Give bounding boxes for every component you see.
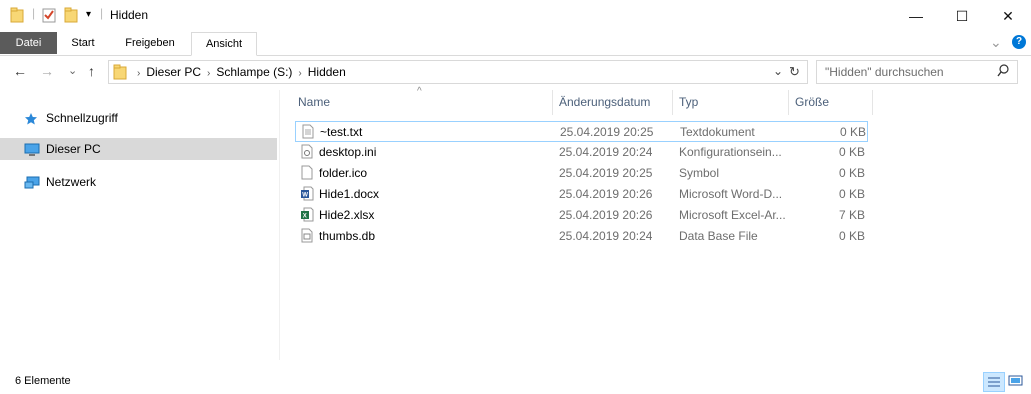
minimize-icon: — <box>909 8 923 24</box>
word-file-icon: W <box>301 186 314 204</box>
file-type: Konfigurationsein... <box>679 145 782 159</box>
close-button[interactable]: ✕ <box>985 0 1031 32</box>
breadcrumb-hidden[interactable]: Hidden <box>308 65 346 79</box>
new-folder-icon[interactable] <box>64 7 78 26</box>
sidebar-item-schnellzugriff[interactable]: Schnellzugriff <box>0 107 277 129</box>
tab-ansicht[interactable]: Ansicht <box>191 32 257 56</box>
text-file-icon <box>302 124 314 142</box>
maximize-button[interactable]: ☐ <box>939 0 985 32</box>
file-row[interactable]: ~test.txt 25.04.2019 20:25 Textdokument … <box>295 121 868 142</box>
excel-file-icon: X <box>301 207 314 225</box>
address-dropdown-icon[interactable]: ⌄ <box>773 64 783 78</box>
sidebar-item-netzwerk[interactable]: Netzwerk <box>0 171 277 193</box>
navigation-pane: Schnellzugriff Dieser PC Netzwerk <box>0 90 280 360</box>
maximize-icon: ☐ <box>955 7 969 24</box>
column-header-name[interactable]: Name <box>292 90 553 115</box>
minimize-button[interactable]: — <box>893 0 939 32</box>
customize-quick-access-icon[interactable]: ▾ <box>86 9 91 20</box>
up-button[interactable]: ↑ <box>88 63 95 79</box>
file-row[interactable]: X Hide2.xlsx 25.04.2019 20:26 Microsoft … <box>295 205 868 226</box>
file-name: folder.ico <box>319 166 368 180</box>
computer-icon <box>24 142 40 164</box>
sidebar-item-dieser-pc[interactable]: Dieser PC <box>0 138 277 160</box>
file-date: 25.04.2019 20:24 <box>559 145 653 159</box>
svg-text:X: X <box>303 214 307 220</box>
column-header-size[interactable]: Größe <box>789 90 873 115</box>
file-name: thumbs.db <box>319 229 376 243</box>
toolbar-divider: | <box>32 6 36 20</box>
forward-button[interactable]: → <box>40 63 54 79</box>
file-size: 7 KB <box>838 208 865 222</box>
navigation-bar: ← → ⌄ ↑ › Dieser PC › Schlampe (S:) › Hidden … <box>0 58 1031 86</box>
file-row[interactable]: W Hide1.docx 25.04.2019 20:26 Microsoft … <box>295 184 868 205</box>
file-row[interactable]: thumbs.db 25.04.2019 20:24 Data Base Fil… <box>295 226 868 247</box>
file-name: ~test.txt <box>320 125 363 139</box>
svg-text:W: W <box>302 193 308 199</box>
back-button[interactable]: ← <box>13 63 27 79</box>
file-date: 25.04.2019 20:24 <box>559 229 653 243</box>
breadcrumb: › Dieser PC › Schlampe (S:) › Hidden <box>131 65 346 79</box>
file-type: Data Base File <box>679 229 758 243</box>
folder-icon <box>10 7 24 26</box>
column-header-date[interactable]: Änderungsdatum <box>553 90 673 115</box>
window-title: Hidden <box>110 8 149 22</box>
file-date: 25.04.2019 20:25 <box>559 166 653 180</box>
search-icon[interactable] <box>997 64 1009 81</box>
details-view-button[interactable] <box>983 372 1005 392</box>
title-bar: | ▾ | Hidden — ☐ ✕ <box>0 0 1031 32</box>
file-row[interactable]: folder.ico 25.04.2019 20:25 Symbol 0 KB <box>295 163 868 184</box>
file-size: 0 KB <box>838 229 865 243</box>
properties-icon[interactable] <box>42 7 56 26</box>
file-size: 0 KB <box>838 166 865 180</box>
refresh-button[interactable]: ↻ <box>789 64 800 80</box>
recent-locations-button[interactable]: ⌄ <box>68 64 77 77</box>
file-date: 25.04.2019 20:26 <box>559 208 653 222</box>
blank-file-icon <box>301 165 313 183</box>
file-type: Symbol <box>679 166 720 180</box>
folder-icon <box>113 64 127 83</box>
sidebar-item-label: Schnellzugriff <box>46 111 118 125</box>
tab-datei[interactable]: Datei <box>0 32 57 54</box>
file-date: 25.04.2019 20:25 <box>560 125 654 139</box>
sidebar-item-label: Netzwerk <box>46 175 97 189</box>
large-icons-view-icon <box>1006 375 1026 393</box>
breadcrumb-dieser-pc[interactable]: Dieser PC <box>146 65 201 79</box>
ribbon-tabs: Datei Start Freigeben Ansicht ⌄ ? <box>0 32 1031 56</box>
network-icon <box>24 175 40 197</box>
large-icons-view-button[interactable] <box>1006 372 1026 390</box>
breadcrumb-chevron-icon[interactable]: › <box>298 68 301 79</box>
file-type: Microsoft Excel-Ar... <box>679 208 786 222</box>
star-icon <box>24 111 38 133</box>
file-type: Textdokument <box>680 125 755 139</box>
search-placeholder: "Hidden" durchsuchen <box>825 65 944 79</box>
title-divider: | <box>100 6 104 20</box>
help-icon[interactable]: ? <box>1012 35 1026 49</box>
sidebar-item-label: Dieser PC <box>46 142 101 156</box>
breadcrumb-chevron-icon[interactable]: › <box>207 68 210 79</box>
file-size: 0 KB <box>838 187 865 201</box>
settings-file-icon <box>301 144 313 162</box>
file-row[interactable]: desktop.ini 25.04.2019 20:24 Konfigurati… <box>295 142 868 163</box>
db-file-icon <box>301 228 313 246</box>
file-name: Hide2.xlsx <box>319 208 375 222</box>
file-size: 0 KB <box>839 125 866 139</box>
breadcrumb-chevron-icon[interactable]: › <box>137 68 140 79</box>
address-bar[interactable]: › Dieser PC › Schlampe (S:) › Hidden ⌄ ↻ <box>108 60 808 84</box>
tab-freigeben[interactable]: Freigeben <box>112 32 188 54</box>
collapse-ribbon-icon[interactable]: ⌄ <box>990 34 1002 51</box>
search-box[interactable]: "Hidden" durchsuchen <box>816 60 1018 84</box>
tab-start[interactable]: Start <box>60 32 106 54</box>
file-name: desktop.ini <box>319 145 377 159</box>
breadcrumb-drive[interactable]: Schlampe (S:) <box>216 65 292 79</box>
details-view-icon <box>984 377 1004 394</box>
file-name: Hide1.docx <box>319 187 380 201</box>
file-size: 0 KB <box>838 145 865 159</box>
close-icon: ✕ <box>1002 7 1014 24</box>
column-header-type[interactable]: Typ <box>673 90 789 115</box>
status-item-count: 6 Elemente <box>15 375 71 387</box>
file-type: Microsoft Word-D... <box>679 187 783 201</box>
file-date: 25.04.2019 20:26 <box>559 187 653 201</box>
